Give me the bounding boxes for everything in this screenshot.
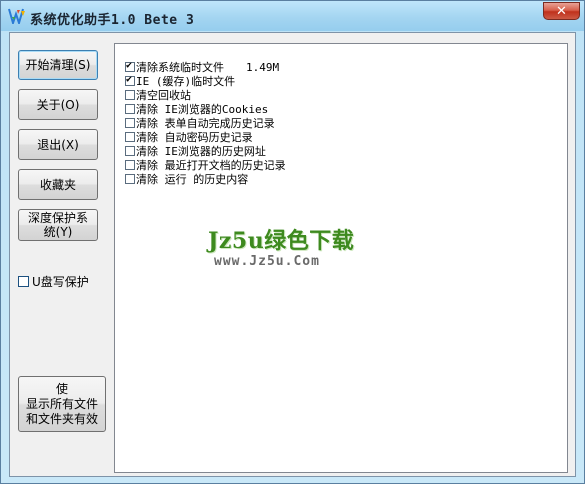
- option-checkbox[interactable]: [125, 118, 135, 128]
- deep-protect-button[interactable]: 深度保护系 统(Y): [18, 209, 98, 241]
- watermark-logo: Jz5u绿色下载: [208, 228, 355, 254]
- usb-write-protect-checkbox[interactable]: [18, 276, 29, 287]
- app-window: 系统优化助手1.0 Bete 3 ✕ 开始清理(S) 关于(O) 退出(X) 收…: [0, 0, 585, 484]
- start-clean-button[interactable]: 开始清理(S): [18, 50, 98, 80]
- close-icon: ✕: [556, 3, 567, 19]
- option-checkbox[interactable]: ✔: [125, 74, 135, 86]
- option-checkbox[interactable]: [125, 132, 135, 142]
- watermark-url: www.Jz5u.Com: [214, 254, 320, 269]
- option-checkbox[interactable]: [125, 90, 135, 100]
- option-row[interactable]: 清除 运行 的历史内容: [125, 171, 248, 187]
- option-checkbox[interactable]: [125, 104, 135, 114]
- favorites-button[interactable]: 收藏夹: [18, 169, 98, 200]
- close-button[interactable]: ✕: [543, 2, 580, 20]
- title-bar[interactable]: 系统优化助手1.0 Bete 3 ✕: [1, 1, 584, 31]
- temp-files-size: 1.49M: [246, 60, 280, 74]
- show-all-files-button[interactable]: 使 显示所有文件 和文件夹有效: [18, 376, 106, 432]
- option-checkbox[interactable]: [125, 160, 135, 170]
- option-label: 清除 运行 的历史内容: [136, 173, 249, 186]
- app-logo-icon: [8, 8, 25, 24]
- option-checkbox[interactable]: [125, 174, 135, 184]
- about-button[interactable]: 关于(O): [18, 89, 98, 120]
- usb-write-protect-label: U盘写保护: [32, 275, 89, 289]
- option-checkbox[interactable]: ✔: [125, 60, 135, 72]
- exit-button[interactable]: 退出(X): [18, 129, 98, 160]
- usb-write-protect[interactable]: U盘写保护: [18, 273, 89, 290]
- window-title: 系统优化助手1.0 Bete 3: [30, 13, 195, 28]
- option-checkbox[interactable]: [125, 146, 135, 156]
